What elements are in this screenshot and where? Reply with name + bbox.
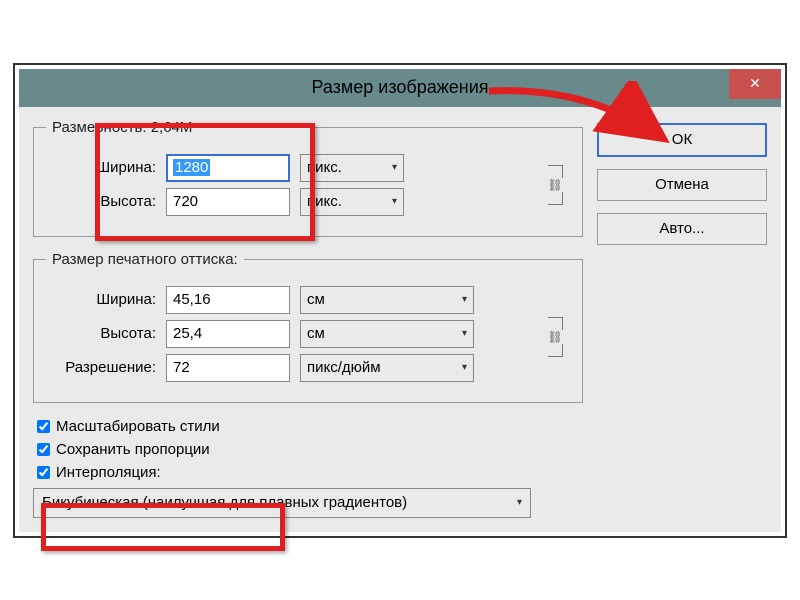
checkbox-icon[interactable] <box>37 443 50 456</box>
chevron-down-icon: ▾ <box>392 196 397 207</box>
cancel-button[interactable]: Отмена <box>597 169 767 201</box>
width-label: Ширина: <box>46 159 166 176</box>
auto-button[interactable]: Авто... <box>597 213 767 245</box>
resolution-unit-select[interactable]: пикс/дюйм▾ <box>300 354 474 382</box>
print-height-label: Высота: <box>46 325 166 342</box>
close-button[interactable]: ✕ <box>729 69 781 99</box>
height-label: Высота: <box>46 193 166 210</box>
titlebar: Размер изображения ✕ <box>19 69 781 107</box>
interpolation-checkbox[interactable]: Интерполяция: <box>33 463 583 482</box>
chevron-down-icon: ▾ <box>517 497 522 508</box>
height-input[interactable]: 720 <box>166 188 290 216</box>
print-width-label: Ширина: <box>46 291 166 308</box>
chevron-down-icon: ▾ <box>392 162 397 173</box>
checkbox-icon[interactable] <box>37 420 50 433</box>
scale-styles-label: Масштабировать стили <box>56 418 220 435</box>
pixel-dimensions-group: Размерность: 2,64M Ширина: 1280 пикс.▾ В… <box>33 119 583 237</box>
ok-button[interactable]: ОК <box>597 123 767 157</box>
interpolation-select[interactable]: Бикубическая (наилучшая для плавных град… <box>33 488 531 518</box>
print-size-group: Размер печатного оттиска: Ширина: 45,16 … <box>33 251 583 403</box>
image-size-dialog: Размер изображения ✕ Размерность: 2,64M … <box>19 69 781 532</box>
resolution-input[interactable]: 72 <box>166 354 290 382</box>
dialog-title: Размер изображения <box>311 77 488 98</box>
chevron-down-icon: ▾ <box>462 294 467 305</box>
constrain-proportions-label: Сохранить пропорции <box>56 441 210 458</box>
pixel-dimensions-legend: Размерность: 2,64M <box>46 119 198 136</box>
width-unit-select[interactable]: пикс.▾ <box>300 154 404 182</box>
close-icon: ✕ <box>749 75 761 92</box>
print-height-unit-select[interactable]: см▾ <box>300 320 474 348</box>
checkbox-icon[interactable] <box>37 466 50 479</box>
print-width-input[interactable]: 45,16 <box>166 286 290 314</box>
constrain-proportions-checkbox[interactable]: Сохранить пропорции <box>33 440 583 459</box>
interpolation-value: Бикубическая (наилучшая для плавных град… <box>42 494 407 511</box>
chevron-down-icon: ▾ <box>462 328 467 339</box>
constrain-link-icon: ⛓ <box>540 286 570 388</box>
interpolation-label: Интерполяция: <box>56 464 161 481</box>
resolution-label: Разрешение: <box>46 359 166 376</box>
chevron-down-icon: ▾ <box>462 362 467 373</box>
print-width-unit-select[interactable]: см▾ <box>300 286 474 314</box>
print-height-input[interactable]: 25,4 <box>166 320 290 348</box>
height-unit-select[interactable]: пикс.▾ <box>300 188 404 216</box>
constrain-link-icon: ⛓ <box>540 148 570 222</box>
print-size-legend: Размер печатного оттиска: <box>46 251 244 268</box>
scale-styles-checkbox[interactable]: Масштабировать стили <box>33 417 583 436</box>
width-input[interactable]: 1280 <box>166 154 290 182</box>
